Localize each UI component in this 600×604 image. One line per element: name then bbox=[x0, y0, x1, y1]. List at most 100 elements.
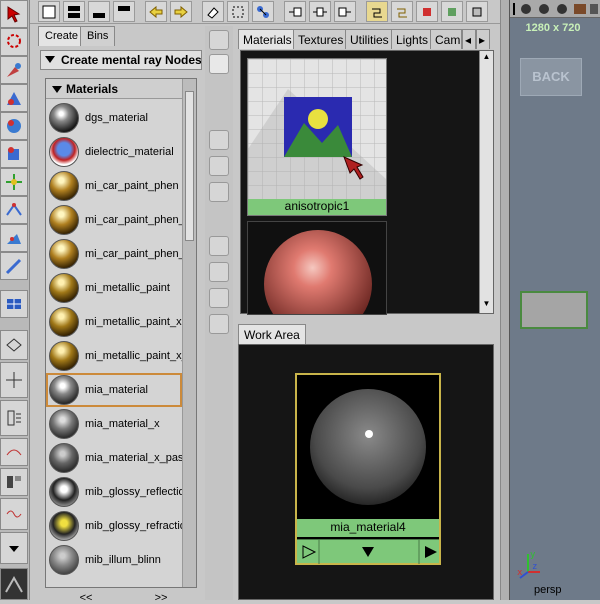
layout-menu-chevron-icon[interactable] bbox=[0, 532, 28, 564]
material-list-item-label: mi_metallic_paint_x_ bbox=[85, 350, 182, 362]
layout-four-icon[interactable] bbox=[0, 362, 28, 398]
grid-view-icon[interactable] bbox=[209, 54, 229, 74]
toggle-swatch-large-icon[interactable] bbox=[366, 1, 388, 22]
material-list-item[interactable]: mia_material bbox=[46, 373, 182, 407]
tab-lights[interactable]: Lights bbox=[391, 29, 434, 49]
material-list-item[interactable]: mib_illum_blinn bbox=[46, 543, 182, 577]
prev-page-button[interactable]: << bbox=[56, 592, 116, 604]
paint-tool-icon[interactable] bbox=[0, 56, 28, 84]
layout-single-pane-icon[interactable] bbox=[38, 1, 60, 22]
move-tool-icon[interactable] bbox=[0, 84, 28, 112]
material-list-item[interactable]: mib_glossy_reflectio bbox=[46, 475, 182, 509]
sort-reverse-icon[interactable] bbox=[209, 314, 229, 334]
swatch-anisotropic1[interactable]: anisotropic1 bbox=[247, 58, 387, 216]
layout-single-icon[interactable] bbox=[0, 330, 28, 360]
viewport-panel[interactable]: 1280 x 720 BACK y x z persp bbox=[510, 0, 600, 600]
toolbar-extra-icon[interactable] bbox=[466, 1, 488, 22]
layout-outliner-icon[interactable] bbox=[0, 400, 28, 436]
material-list-item[interactable]: dielectric_material bbox=[46, 135, 182, 169]
material-node-name[interactable]: mia_material4 bbox=[297, 519, 439, 537]
material-list-item[interactable]: mi_car_paint_phen_ bbox=[46, 237, 182, 271]
soft-mod-icon[interactable] bbox=[0, 196, 28, 224]
list-scroll-thumb[interactable] bbox=[185, 91, 194, 241]
tab-scroll-right-icon[interactable]: ▸ bbox=[476, 29, 490, 49]
materials-category-header[interactable]: Materials bbox=[46, 79, 182, 99]
sculpt-tool-icon[interactable] bbox=[0, 224, 28, 252]
material-thumbnail-icon bbox=[49, 409, 79, 439]
material-node[interactable]: mia_material4 bbox=[295, 373, 441, 565]
material-list-item[interactable]: mi_metallic_paint_x bbox=[46, 305, 182, 339]
input-connections-icon[interactable] bbox=[284, 1, 306, 22]
tab-scroll-left-icon[interactable]: ◂ bbox=[462, 29, 476, 49]
next-page-button[interactable]: >> bbox=[131, 592, 191, 604]
sphere-swatch-icon[interactable] bbox=[209, 30, 229, 50]
swatch-shape-icon[interactable] bbox=[209, 156, 229, 176]
create-nodes-dropdown[interactable]: Create mental ray Nodes bbox=[40, 50, 202, 70]
tab-cameras[interactable]: Cam bbox=[430, 29, 462, 49]
graph-materials-icon[interactable] bbox=[441, 1, 463, 22]
layout-bottom-only-icon[interactable] bbox=[88, 1, 110, 22]
scroll-down-icon[interactable]: ▼ bbox=[481, 299, 492, 311]
arrow-left-icon[interactable] bbox=[145, 1, 167, 22]
viewer-scrollbar[interactable]: ▲ ▼ bbox=[479, 51, 493, 313]
swatch-cube-icon[interactable] bbox=[209, 182, 229, 202]
input-port-icon[interactable] bbox=[302, 545, 317, 559]
sort-type-icon[interactable] bbox=[209, 262, 229, 282]
output-connections-icon[interactable] bbox=[334, 1, 356, 22]
material-list-item-label: mi_metallic_paint bbox=[85, 282, 170, 294]
material-list-item[interactable]: mib_glossy_refractio bbox=[46, 509, 182, 543]
layout-script-icon[interactable] bbox=[0, 498, 28, 530]
universal-manipulator-icon[interactable] bbox=[0, 168, 28, 196]
image-plane-icon[interactable] bbox=[574, 4, 586, 14]
lasso-tool-icon[interactable] bbox=[0, 28, 28, 56]
output-port-icon[interactable] bbox=[425, 546, 437, 558]
material-list-item[interactable]: mi_car_paint_phen_ bbox=[46, 203, 182, 237]
layout-top-only-icon[interactable] bbox=[113, 1, 135, 22]
back-button[interactable]: BACK bbox=[520, 58, 582, 96]
swatch-size-icon[interactable] bbox=[209, 130, 229, 150]
material-list-item[interactable]: mi_car_paint_phen bbox=[46, 169, 182, 203]
panel-divider[interactable] bbox=[500, 0, 510, 600]
arrow-right-icon[interactable] bbox=[170, 1, 192, 22]
material-list-item[interactable]: mi_metallic_paint bbox=[46, 271, 182, 305]
tab-work-area[interactable]: Work Area bbox=[238, 324, 306, 344]
material-list-item[interactable]: mi_metallic_paint_x_ bbox=[46, 339, 182, 373]
network-graph-icon[interactable] bbox=[252, 1, 274, 22]
rearrange-graph-icon[interactable] bbox=[227, 1, 249, 22]
rotate-tool-icon[interactable] bbox=[0, 112, 28, 140]
list-scrollbar[interactable] bbox=[182, 79, 196, 587]
camera-icon[interactable] bbox=[521, 4, 531, 14]
swatch-phong[interactable] bbox=[247, 221, 387, 338]
tab-utilities[interactable]: Utilities bbox=[345, 29, 394, 49]
bookmark-icon[interactable] bbox=[557, 4, 567, 14]
show-manipulator-icon[interactable] bbox=[0, 252, 28, 280]
material-list-item[interactable]: mia_material_x_pass bbox=[46, 441, 182, 475]
eraser-icon[interactable] bbox=[202, 1, 224, 22]
svg-text:y: y bbox=[530, 550, 536, 560]
layout-graph-icon[interactable] bbox=[0, 438, 28, 466]
grid-toggle-icon[interactable] bbox=[590, 4, 598, 14]
layout-top-bottom-icon[interactable] bbox=[63, 1, 85, 22]
tab-materials[interactable]: Materials bbox=[238, 29, 297, 49]
sort-name-icon[interactable] bbox=[209, 236, 229, 256]
sort-time-icon[interactable] bbox=[209, 288, 229, 308]
tab-bins[interactable]: Bins bbox=[80, 26, 116, 46]
grid-layout-icon[interactable] bbox=[0, 290, 28, 318]
tab-create[interactable]: Create bbox=[38, 26, 86, 46]
material-thumbnail-icon bbox=[49, 545, 79, 575]
toggle-swatch-small-icon[interactable] bbox=[391, 1, 413, 22]
scroll-up-icon[interactable]: ▲ bbox=[481, 52, 492, 64]
scale-tool-icon[interactable] bbox=[0, 140, 28, 168]
select-tool-icon[interactable] bbox=[0, 0, 28, 28]
material-thumbnail-icon bbox=[49, 307, 79, 337]
layout-hypershade-icon[interactable] bbox=[0, 468, 28, 496]
expand-node-icon[interactable] bbox=[362, 547, 374, 557]
camera-attributes-icon[interactable] bbox=[539, 4, 549, 14]
phong-swatch-image bbox=[264, 230, 372, 338]
clear-graph-icon[interactable] bbox=[416, 1, 438, 22]
tab-textures[interactable]: Textures bbox=[293, 29, 349, 49]
material-list-item[interactable]: mia_material_x bbox=[46, 407, 182, 441]
input-output-connections-icon[interactable] bbox=[309, 1, 331, 22]
material-list-item[interactable]: dgs_material bbox=[46, 101, 182, 135]
work-area-canvas[interactable]: mia_material4 bbox=[238, 344, 494, 600]
